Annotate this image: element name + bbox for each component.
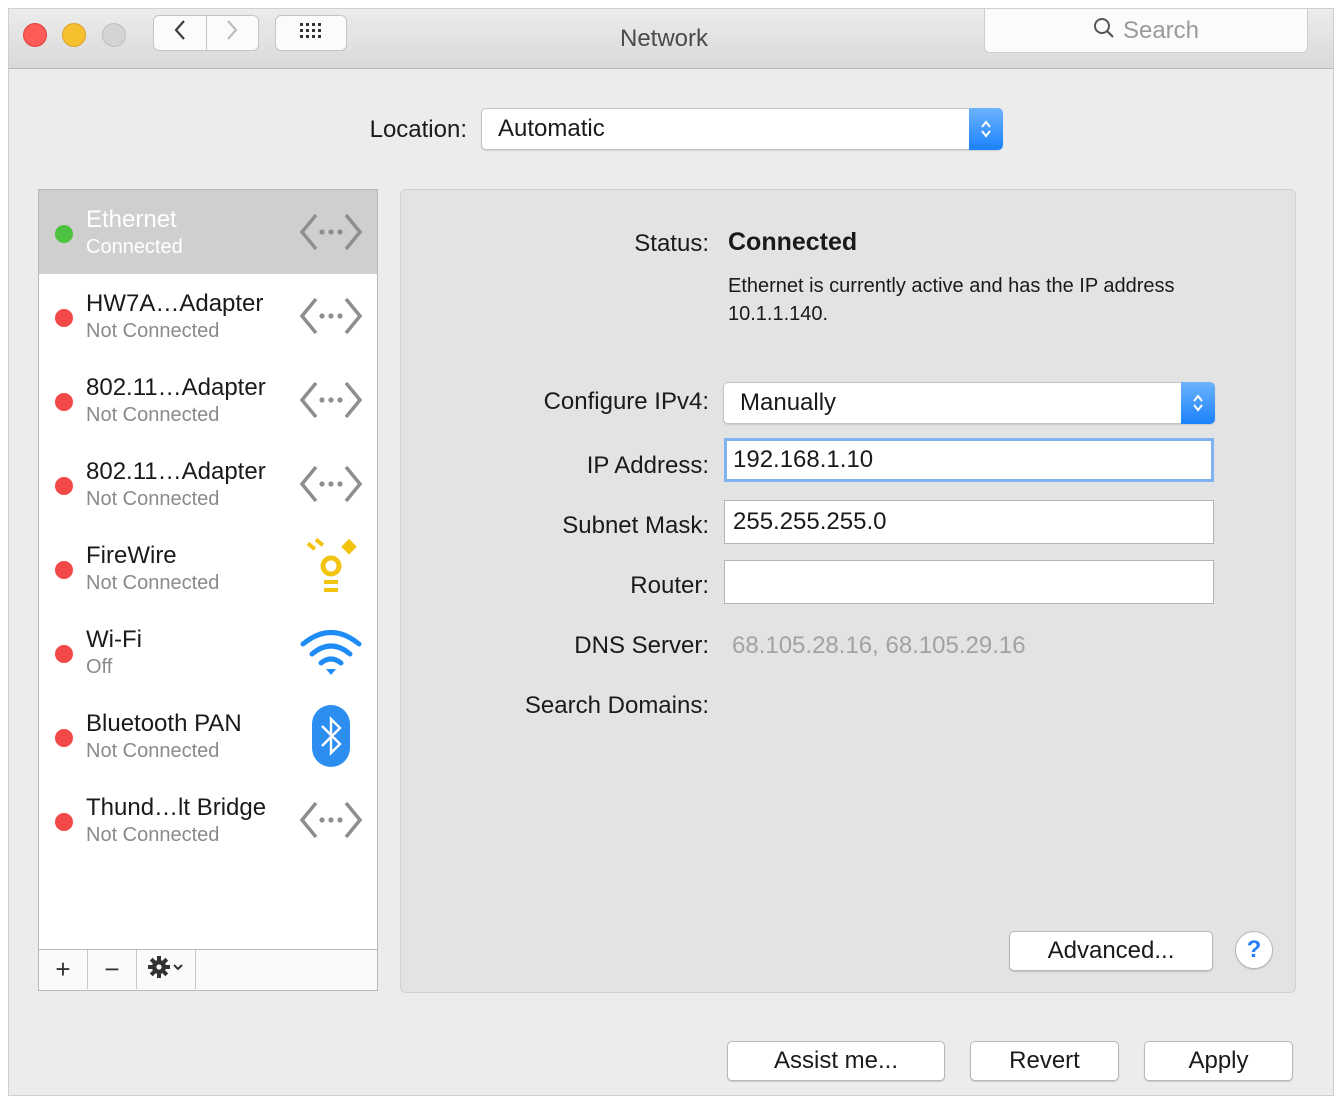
network-preferences-window: Network Search Location: Automatic Ether…	[8, 8, 1334, 1096]
search-domains-label: Search Domains:	[524, 692, 709, 719]
remove-service-button[interactable]: −	[88, 950, 137, 989]
service-item-80211-adapter-1[interactable]: 802.11…Adapter Not Connected	[39, 358, 377, 442]
service-list-actions: + −	[39, 949, 377, 990]
ethernet-icon	[297, 792, 365, 848]
zoom-window-button[interactable]	[102, 23, 126, 47]
search-field[interactable]: Search	[984, 9, 1308, 53]
service-status: Not Connected	[86, 740, 220, 762]
ethernet-icon	[297, 288, 365, 344]
status-dot	[55, 393, 73, 411]
ethernet-icon	[297, 372, 365, 428]
location-label: Location:	[369, 116, 467, 143]
firewire-icon	[297, 538, 365, 596]
status-dot	[55, 813, 73, 831]
dns-server-value: 68.105.28.16, 68.105.29.16	[732, 632, 1026, 659]
location-select[interactable]: Automatic	[481, 108, 1003, 150]
service-name: 802.11…Adapter	[86, 374, 266, 401]
assist-me-button[interactable]: Assist me...	[727, 1041, 945, 1081]
status-dot	[55, 477, 73, 495]
show-all-button[interactable]	[275, 15, 347, 51]
service-status: Not Connected	[86, 404, 220, 426]
ethernet-icon	[297, 456, 365, 512]
help-button[interactable]: ?	[1235, 931, 1273, 969]
close-window-button[interactable]	[23, 23, 47, 47]
service-status: Not Connected	[86, 824, 220, 846]
network-service-list: Ethernet Connected HW7A…Adapter Not Conn…	[38, 189, 378, 991]
service-item-bluetooth-pan[interactable]: Bluetooth PAN Not Connected	[39, 694, 377, 778]
service-status: Not Connected	[86, 320, 220, 342]
service-item-wifi[interactable]: Wi-Fi Off	[39, 610, 377, 694]
status-dot	[55, 729, 73, 747]
status-value: Connected	[728, 228, 858, 256]
router-label: Router:	[630, 572, 709, 599]
chevron-left-icon	[173, 19, 187, 48]
back-button[interactable]	[154, 16, 207, 50]
router-field[interactable]	[724, 560, 1214, 604]
service-item-80211-adapter-2[interactable]: 802.11…Adapter Not Connected	[39, 442, 377, 526]
apply-button[interactable]: Apply	[1144, 1041, 1293, 1081]
service-name: Wi-Fi	[86, 626, 142, 653]
service-name: Ethernet	[86, 206, 177, 233]
dns-server-label: DNS Server:	[574, 632, 709, 659]
minimize-window-button[interactable]	[62, 23, 86, 47]
navigation-button-group	[153, 15, 259, 51]
window-title: Network	[619, 25, 709, 52]
ip-address-label: IP Address:	[586, 452, 709, 479]
gear-icon	[148, 954, 184, 985]
forward-button[interactable]	[207, 16, 259, 50]
service-name: FireWire	[86, 542, 177, 569]
service-status: Not Connected	[86, 572, 220, 594]
service-status: Off	[86, 656, 113, 678]
ethernet-icon	[297, 204, 365, 260]
show-all-grid-icon	[300, 22, 322, 44]
configure-ipv4-value: Manually	[740, 389, 837, 416]
revert-button[interactable]: Revert	[970, 1041, 1119, 1081]
service-name: Thund…lt Bridge	[86, 794, 267, 821]
status-dot	[55, 225, 73, 243]
bluetooth-icon	[297, 705, 365, 767]
status-dot	[55, 645, 73, 663]
service-status: Connected	[86, 236, 183, 258]
status-description: Ethernet is currently active and has the…	[728, 275, 1175, 325]
wifi-icon	[297, 624, 365, 680]
service-detail-panel: Status: Connected Ethernet is currently …	[400, 189, 1296, 993]
service-item-hw7a-adapter[interactable]: HW7A…Adapter Not Connected	[39, 274, 377, 358]
subnet-mask-label: Subnet Mask:	[562, 512, 709, 539]
configure-ipv4-select[interactable]: Manually	[723, 382, 1215, 424]
status-dot	[55, 561, 73, 579]
configure-ipv4-label: Configure IPv4:	[543, 388, 709, 415]
status-dot	[55, 309, 73, 327]
service-name: Bluetooth PAN	[86, 710, 242, 737]
window-toolbar: Network Search	[9, 9, 1333, 69]
service-status: Not Connected	[86, 488, 220, 510]
search-icon	[1093, 17, 1115, 44]
search-placeholder: Search	[1122, 16, 1200, 44]
up-down-stepper-icon	[1181, 382, 1215, 424]
service-actions-menu-button[interactable]	[137, 950, 196, 989]
add-service-button[interactable]: +	[39, 950, 88, 989]
advanced-button[interactable]: Advanced...	[1009, 931, 1213, 971]
subnet-mask-field[interactable]: 255.255.255.0	[724, 500, 1214, 544]
location-value: Automatic	[498, 115, 605, 142]
service-name: 802.11…Adapter	[86, 458, 266, 485]
up-down-stepper-icon	[969, 108, 1003, 150]
service-item-ethernet[interactable]: Ethernet Connected	[39, 190, 377, 274]
service-name: HW7A…Adapter	[86, 290, 264, 317]
service-item-firewire[interactable]: FireWire Not Connected	[39, 526, 377, 610]
chevron-right-icon	[225, 19, 239, 48]
ip-address-field[interactable]: 192.168.1.10	[724, 438, 1214, 482]
status-label: Status:	[634, 230, 709, 257]
service-item-thunderbolt-bridge[interactable]: Thund…lt Bridge Not Connected	[39, 778, 377, 862]
